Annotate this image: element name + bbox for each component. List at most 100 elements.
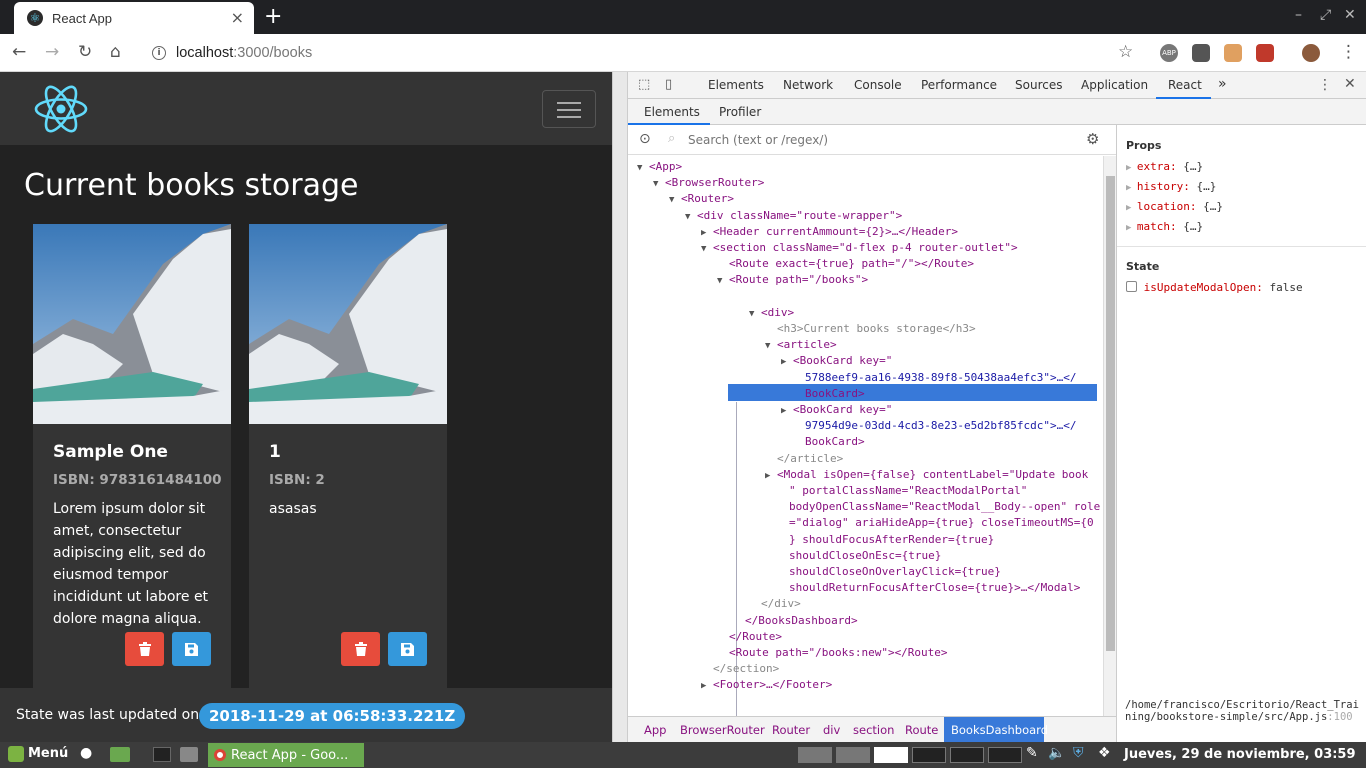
browser-tab[interactable]: ⚛ React App × [14, 2, 254, 34]
expanded-arrow-icon[interactable]: ▼ [749, 306, 761, 322]
new-tab-icon[interactable]: + [264, 4, 282, 30]
react-logo-icon[interactable] [34, 84, 88, 134]
prop-row[interactable]: ▶ extra: {…} [1126, 160, 1203, 173]
tab-network[interactable]: Network [783, 78, 833, 92]
pen-icon[interactable]: ✎ [1026, 745, 1038, 761]
expanded-arrow-icon[interactable]: ▼ [701, 241, 713, 257]
component-search-input[interactable] [688, 131, 1068, 149]
breadcrumb-browserrouter[interactable]: BrowserRouter [680, 723, 765, 737]
tree-node[interactable]: ▶ <BookCard key=" [781, 402, 892, 418]
forward-icon[interactable]: → [45, 42, 59, 62]
prop-row[interactable]: ▶ location: {…} [1126, 200, 1223, 213]
workspace-3[interactable] [874, 747, 908, 763]
collapsed-arrow-icon[interactable]: ▶ [781, 403, 793, 419]
expanded-arrow-icon[interactable]: ▼ [685, 209, 697, 225]
subtab-profiler[interactable]: Profiler [719, 105, 761, 119]
workspace-6[interactable] [988, 747, 1022, 763]
inspect-element-icon[interactable]: ⬚ [638, 77, 650, 92]
minimize-icon[interactable]: – [1295, 7, 1302, 23]
adblock-extension-icon[interactable]: ABP [1160, 44, 1178, 62]
breadcrumb-route[interactable]: Route [905, 723, 938, 737]
prop-row[interactable]: ▶ match: {…} [1126, 220, 1203, 233]
workspace-4[interactable] [912, 747, 946, 763]
mint-menu-icon[interactable] [8, 746, 24, 762]
show-desktop-icon[interactable] [110, 747, 130, 762]
tree-node[interactable]: BookCard> [793, 386, 865, 402]
tree-node[interactable]: ▶ <Modal isOpen={false} contentLabel="Upd… [765, 467, 1088, 483]
breadcrumb-section[interactable]: section [853, 723, 894, 737]
tab-console[interactable]: Console [854, 78, 902, 92]
address-bar[interactable]: i localhost:3000/books [142, 38, 1152, 68]
reload-icon[interactable]: ↻ [78, 42, 92, 62]
window-close-icon[interactable]: ✕ [1344, 7, 1356, 23]
tree-node[interactable]: 97954d9e-03dd-4cd3-8e23-e5d2bf85fcdc">…<… [793, 418, 1077, 434]
collapsed-arrow-icon[interactable]: ▶ [701, 678, 713, 694]
tree-node[interactable]: } shouldFocusAfterRender={true} [777, 532, 994, 548]
shield-icon[interactable]: ⛨ [1073, 745, 1084, 761]
tree-node[interactable]: ▼ <Router> [669, 191, 734, 207]
bookmark-star-icon[interactable]: ☆ [1118, 42, 1133, 62]
taskbar-window-button[interactable]: React App - Goo... [208, 743, 364, 767]
tree-node[interactable]: " portalClassName="ReactModalPortal" [777, 483, 1027, 499]
tree-node[interactable]: ▼ <div className="route-wrapper"> [685, 208, 902, 224]
files-icon[interactable] [180, 747, 198, 762]
profile-avatar[interactable] [1302, 44, 1320, 62]
back-icon[interactable]: ← [12, 42, 26, 62]
save-button[interactable] [388, 632, 427, 666]
expanded-arrow-icon[interactable]: ▼ [717, 273, 729, 289]
tree-node[interactable]: ▼ <BrowserRouter> [653, 175, 764, 191]
subtab-elements[interactable]: Elements [644, 105, 700, 119]
terminal-icon[interactable] [153, 747, 171, 762]
tree-node[interactable]: </Route> [717, 629, 782, 645]
tree-node[interactable]: ▶ <Footer>…</Footer> [701, 677, 832, 693]
site-info-icon[interactable]: i [152, 46, 166, 60]
navbar-toggler-button[interactable] [542, 90, 596, 128]
breadcrumb-app[interactable]: App [644, 723, 666, 737]
devtools-close-icon[interactable]: ✕ [1344, 76, 1356, 92]
source-file-path[interactable]: /home/francisco/Escritorio/React_Trainin… [1125, 699, 1361, 723]
tab-elements[interactable]: Elements [708, 78, 764, 92]
scrollbar-thumb[interactable] [1106, 176, 1115, 651]
tree-node[interactable]: <Route path="/books:new"></Route> [717, 645, 948, 661]
tab-react[interactable]: React [1168, 78, 1202, 92]
tree-scrollbar[interactable] [1103, 156, 1116, 716]
menu-dots-icon[interactable]: ⋮ [1340, 42, 1357, 62]
tree-node[interactable]: ▶ <BookCard key=" [781, 353, 892, 369]
tree-node[interactable]: </div> [749, 596, 801, 612]
tree-node[interactable]: bodyOpenClassName="ReactModal__Body--ope… [777, 499, 1100, 515]
tree-node[interactable]: shouldCloseOnEsc={true} [777, 548, 941, 564]
expanded-arrow-icon[interactable]: ▼ [669, 192, 681, 208]
delete-button[interactable] [125, 632, 164, 666]
tree-node[interactable]: 5788eef9-aa16-4938-89f8-50438aa4efc3">…<… [793, 370, 1077, 386]
delete-button[interactable] [341, 632, 380, 666]
tree-node[interactable]: ▼ <BooksDashboard> == $r [733, 289, 891, 305]
extension-icon[interactable] [1224, 44, 1242, 62]
more-tabs-icon[interactable]: » [1218, 76, 1227, 92]
collapsed-arrow-icon[interactable]: ▶ [701, 225, 713, 241]
user-icon[interactable]: ● [80, 745, 92, 761]
tab-application[interactable]: Application [1081, 78, 1148, 92]
menu-label[interactable]: Menú [28, 746, 68, 761]
workspace-1[interactable] [798, 747, 832, 763]
tree-node[interactable]: ▼ <article> [765, 337, 837, 353]
close-tab-icon[interactable]: × [231, 8, 244, 28]
maximize-icon[interactable]: ⤢ [1320, 7, 1331, 23]
tree-node[interactable]: shouldReturnFocusAfterClose={true}>…</Mo… [777, 580, 1080, 596]
clock[interactable]: Jueves, 29 de noviembre, 03:59 [1124, 747, 1356, 762]
breadcrumb-router[interactable]: Router [772, 723, 810, 737]
tree-node[interactable]: </article> [765, 451, 843, 467]
expanded-arrow-icon[interactable]: ▼ [765, 338, 777, 354]
settings-gear-icon[interactable]: ⚙ [1086, 130, 1099, 148]
tree-node[interactable]: ▼ <section className="d-flex p-4 router-o… [701, 240, 1018, 256]
breadcrumb-div[interactable]: div [823, 723, 840, 737]
tree-node[interactable]: </section> [701, 661, 779, 677]
tree-node[interactable]: ▼ <App> [637, 159, 682, 175]
home-icon[interactable]: ⌂ [110, 42, 121, 62]
select-element-icon[interactable]: ⊙ [639, 131, 651, 147]
extension-icon[interactable] [1192, 44, 1210, 62]
state-checkbox[interactable] [1126, 281, 1137, 292]
collapsed-arrow-icon[interactable]: ▶ [781, 354, 793, 370]
tree-node[interactable]: ▼ <Route path="/books"> [717, 272, 868, 288]
workspace-2[interactable] [836, 747, 870, 763]
save-button[interactable] [172, 632, 211, 666]
